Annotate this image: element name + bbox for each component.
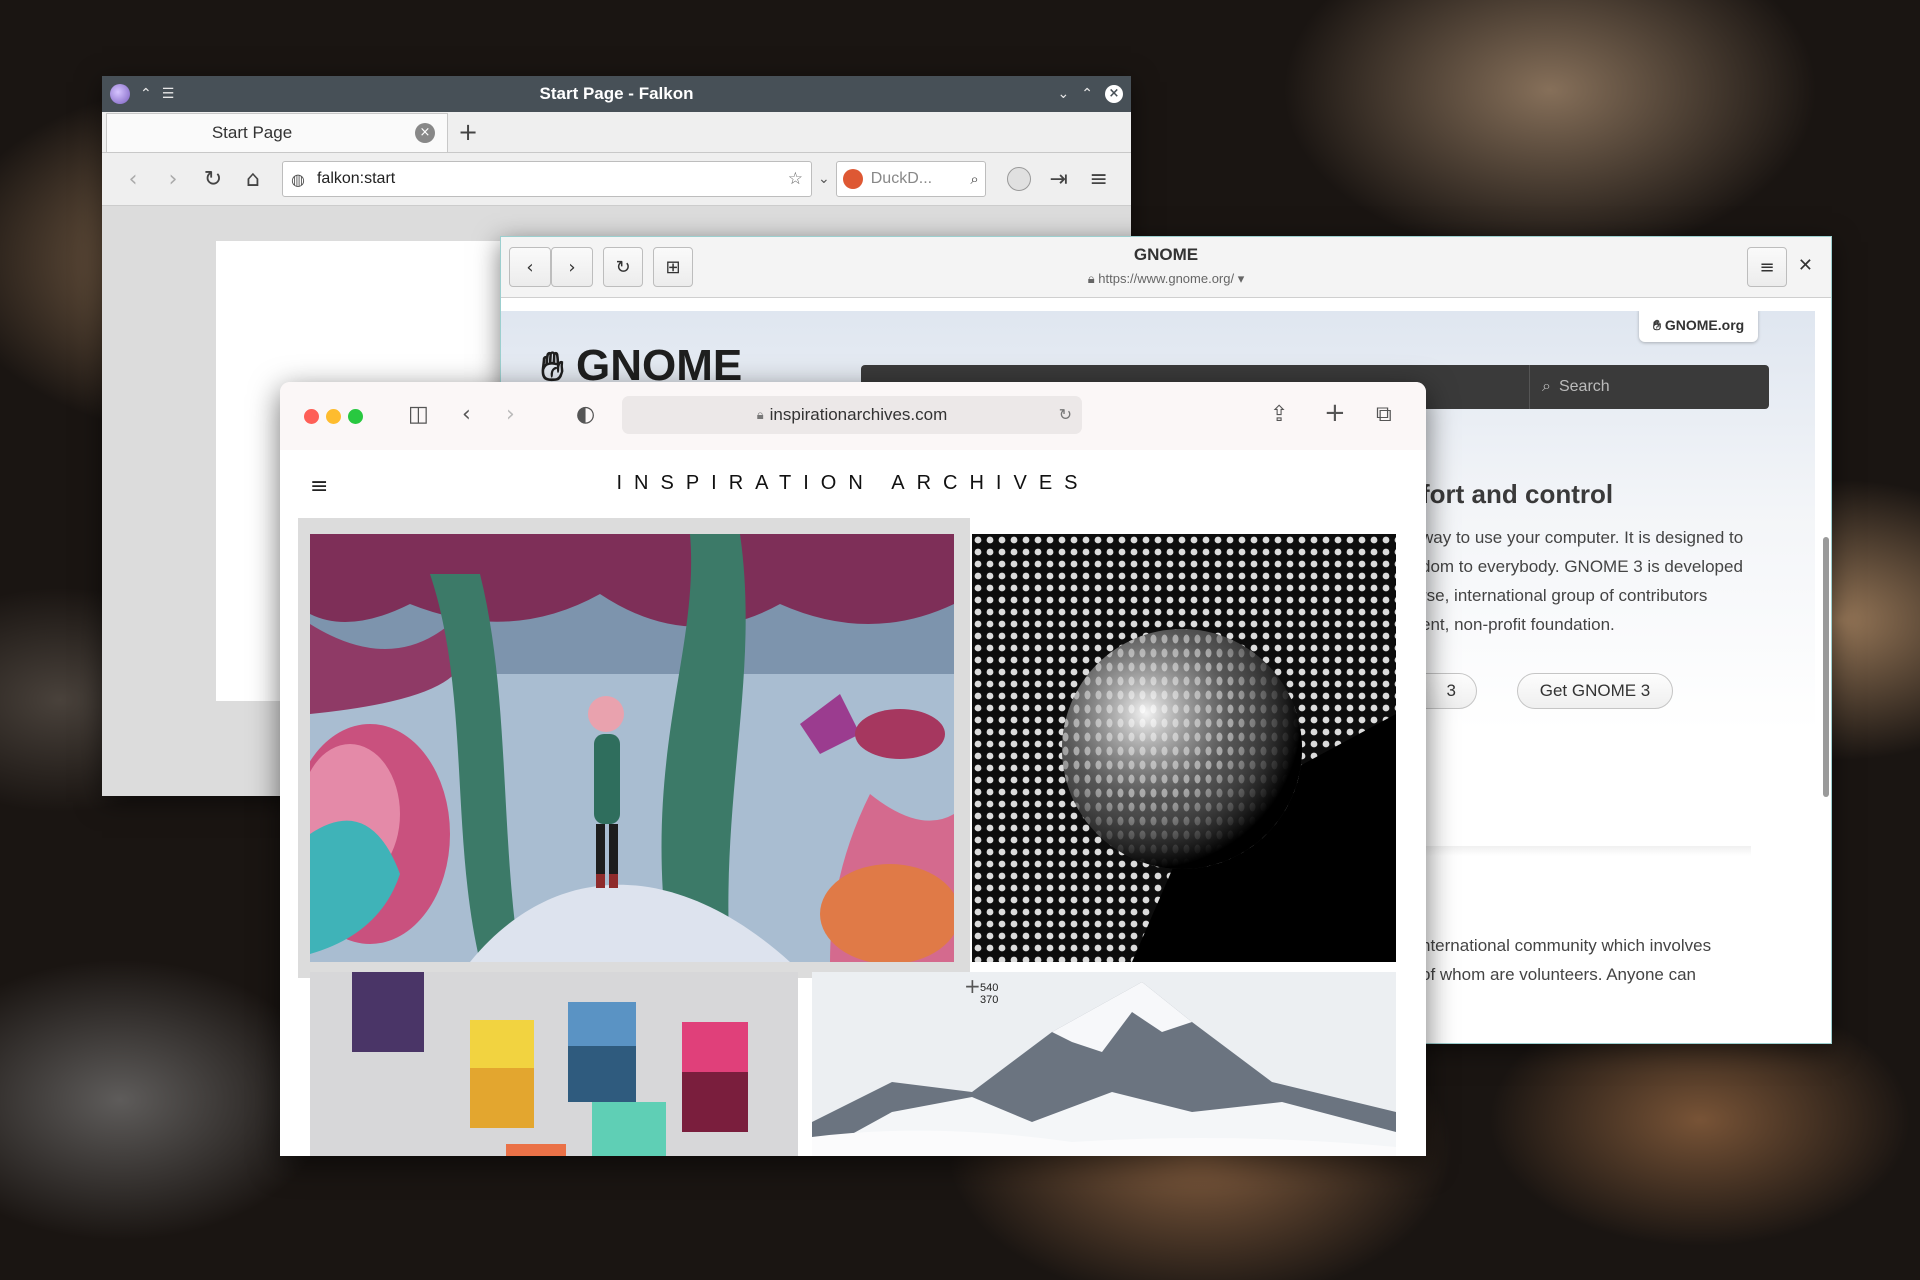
- adblock-icon[interactable]: [1002, 162, 1036, 196]
- site-title[interactable]: INSPIRATION ARCHIVES: [280, 472, 1426, 495]
- url-bar[interactable]: ◍ falkon:start ☆: [282, 161, 812, 197]
- search-icon[interactable]: ⌕: [970, 170, 978, 188]
- gnome-foot-icon: ✋︎: [1653, 317, 1665, 333]
- selection-coordinates: 540 370: [980, 982, 999, 1006]
- share-icon[interactable]: ⇪: [1270, 402, 1288, 427]
- url-text[interactable]: inspirationarchives.com: [770, 405, 948, 425]
- site-header: ≡ INSPIRATION ARCHIVES: [280, 450, 1426, 516]
- reload-icon[interactable]: ↻: [1059, 405, 1072, 425]
- lock-icon: 🔒︎: [1087, 271, 1099, 286]
- tab-label: Start Page: [211, 123, 293, 142]
- search-icon: ⌕: [1542, 378, 1551, 395]
- reload-icon[interactable]: ↻: [196, 162, 230, 196]
- new-tab-button[interactable]: +: [458, 118, 478, 146]
- dotted-sphere-image[interactable]: [972, 534, 1396, 962]
- section-divider: [1421, 846, 1751, 856]
- menu-icon[interactable]: ☰: [162, 86, 175, 102]
- safari-window: ◫ ‹ › ◐ 🔒︎ inspirationarchives.com ↻ ⇪ +…: [280, 382, 1426, 1156]
- falkon-titlebar[interactable]: ⌃ ☰ Start Page - Falkon ⌄ ⌃ ×: [102, 76, 1131, 112]
- chevron-down-icon[interactable]: ⌄: [818, 171, 830, 187]
- search-placeholder[interactable]: DuckD...: [871, 170, 971, 188]
- forward-icon[interactable]: ›: [506, 402, 515, 427]
- shield-icon[interactable]: ◐: [576, 402, 595, 427]
- gnome-headerbar[interactable]: ‹ › ↻ ⊞ GNOME 🔒︎ https://www.gnome.org/ …: [501, 237, 1831, 298]
- tabs-icon[interactable]: ⧉: [1376, 402, 1392, 427]
- chevron-up-icon[interactable]: ⌃: [1081, 86, 1093, 102]
- url-text: https://www.gnome.org/ ▾: [1098, 271, 1245, 286]
- close-window-button[interactable]: [304, 409, 319, 424]
- page-url[interactable]: 🔒︎ https://www.gnome.org/ ▾: [501, 271, 1831, 287]
- hamburger-icon[interactable]: ≡: [1082, 162, 1116, 196]
- minimize-window-button[interactable]: [326, 409, 341, 424]
- intro-paragraph: way to use your computer. It is designed…: [1421, 528, 1744, 634]
- headline: fort and control: [1421, 479, 1614, 509]
- menu-button[interactable]: ≡: [1747, 247, 1787, 287]
- home-icon[interactable]: ⌂: [236, 162, 270, 196]
- tab-start-page[interactable]: Start Page ×: [106, 113, 448, 152]
- zoom-window-button[interactable]: [348, 409, 363, 424]
- chevron-up-double-icon[interactable]: ⌃: [140, 86, 152, 102]
- window-title: Start Page - Falkon: [539, 84, 694, 103]
- hamburger-icon: ≡: [1759, 256, 1775, 278]
- lock-icon: 🔒︎: [756, 407, 764, 422]
- star-icon[interactable]: ☆: [788, 169, 803, 189]
- snowy-mountain-image[interactable]: [812, 972, 1396, 1156]
- forest-illustration[interactable]: [310, 534, 954, 962]
- safari-toolbar[interactable]: ◫ ‹ › ◐ 🔒︎ inspirationarchives.com ↻ ⇪ +…: [280, 382, 1426, 451]
- tab-bar: Start Page × +: [102, 112, 1131, 153]
- get-gnome-button[interactable]: Get GNOME 3: [1517, 673, 1673, 709]
- dotted-sphere-svg: [972, 534, 1396, 962]
- address-bar[interactable]: 🔒︎ inspirationarchives.com ↻: [622, 396, 1082, 434]
- chevron-down-icon[interactable]: ⌄: [1058, 86, 1070, 102]
- plus-icon[interactable]: +: [1324, 398, 1346, 428]
- snowy-mountain-svg: [812, 982, 1396, 1156]
- crosshair-icon: +: [964, 974, 981, 998]
- sidebar-toggle-icon[interactable]: ◫: [408, 402, 429, 427]
- search-bar[interactable]: DuckD... ⌕: [835, 161, 986, 197]
- back-icon[interactable]: ‹: [462, 402, 471, 427]
- tab-close-icon[interactable]: ×: [415, 123, 435, 143]
- close-icon[interactable]: ✕: [1798, 255, 1813, 276]
- falkon-logo-icon[interactable]: [110, 84, 130, 104]
- sidebar-toggle-icon[interactable]: ⇥: [1042, 162, 1076, 196]
- navigation-toolbar: ‹ › ↻ ⌂ ◍ falkon:start ☆ ⌄ DuckD... ⌕ ⇥ …: [102, 153, 1131, 206]
- community-paragraph: nternational community which involves of…: [1421, 936, 1712, 984]
- gnome-org-badge[interactable]: ✋︎ GNOME.org: [1639, 311, 1759, 342]
- globe-icon: ◍: [291, 169, 305, 189]
- search-input[interactable]: ⌕ Search: [1529, 365, 1769, 409]
- floating-cubes-image[interactable]: [310, 972, 798, 1156]
- back-icon[interactable]: ‹: [116, 162, 150, 196]
- scrollbar[interactable]: [1823, 537, 1829, 797]
- forest-illustration-svg: [310, 534, 954, 962]
- floating-cubes-svg: [352, 972, 748, 1156]
- url-text[interactable]: falkon:start: [317, 170, 788, 188]
- duckduckgo-icon: [842, 169, 863, 189]
- forward-icon[interactable]: ›: [156, 162, 190, 196]
- close-icon[interactable]: ×: [1105, 85, 1123, 103]
- page-title: GNOME: [1133, 245, 1199, 264]
